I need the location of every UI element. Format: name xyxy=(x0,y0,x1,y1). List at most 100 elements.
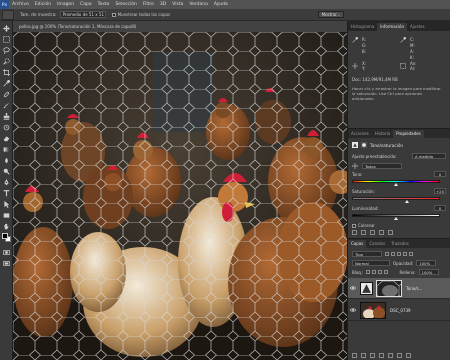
filter-smart-object-icon[interactable] xyxy=(409,252,413,256)
foreground-color-swatch[interactable] xyxy=(2,233,8,239)
saturation-slider-thumb[interactable] xyxy=(404,200,409,203)
history-brush-tool-icon[interactable] xyxy=(3,124,10,131)
delete-layer-icon[interactable] xyxy=(406,353,411,358)
link-layers-icon[interactable] xyxy=(352,353,357,358)
gradient-tool-icon[interactable] xyxy=(3,146,10,153)
layer-filter-select[interactable]: Tipo xyxy=(352,251,382,257)
new-group-icon[interactable] xyxy=(388,353,393,358)
new-adjustment-icon[interactable] xyxy=(379,353,384,358)
menu-3d[interactable]: 3D xyxy=(157,2,169,7)
hue-label: Tono: xyxy=(352,172,363,177)
new-layer-icon[interactable] xyxy=(397,353,402,358)
image-canvas[interactable] xyxy=(13,32,347,360)
menu-imagen[interactable]: Imagen xyxy=(54,2,77,7)
current-tool-icon[interactable] xyxy=(2,9,14,20)
type-tool-icon[interactable] xyxy=(3,190,10,197)
layer-mask-thumbnail[interactable] xyxy=(376,280,402,297)
tab-paths[interactable]: Trazados xyxy=(388,240,412,248)
fill-field[interactable]: 100% xyxy=(418,269,439,275)
tab-histogram[interactable]: Histograma xyxy=(348,23,377,31)
layer-name[interactable]: DSC_0739 xyxy=(390,308,411,313)
hue-value[interactable]: 0 xyxy=(434,171,446,177)
properties-header: Tono/saturación xyxy=(352,142,403,148)
visibility-eye-icon[interactable] xyxy=(350,307,356,313)
clip-to-layer-icon[interactable] xyxy=(352,230,357,235)
layer-name[interactable]: Tono/s... xyxy=(406,286,422,291)
blend-mode-select[interactable]: Normal xyxy=(352,260,390,266)
channel-select[interactable]: Todos xyxy=(362,163,402,169)
filter-shape-icon[interactable] xyxy=(403,252,407,256)
pen-tool-icon[interactable] xyxy=(3,179,10,186)
tab-channels[interactable]: Canales xyxy=(366,240,388,248)
marquee-tool-icon[interactable] xyxy=(3,36,10,43)
lock-pixels-icon[interactable] xyxy=(372,270,377,274)
filter-adjustment-icon[interactable] xyxy=(391,252,395,256)
quick-selection-tool-icon[interactable] xyxy=(3,58,10,65)
preset-select[interactable]: A medida xyxy=(412,153,446,159)
menu-filtro[interactable]: Filtro xyxy=(140,2,157,7)
dodge-tool-icon[interactable] xyxy=(3,168,10,175)
lock-transparency-icon[interactable] xyxy=(366,270,371,274)
tab-adjustments[interactable]: Ajustes xyxy=(407,23,428,31)
sample-all-layers-checkbox[interactable] xyxy=(111,12,116,17)
eyedropper-tool-icon[interactable] xyxy=(3,80,10,87)
tab-actions[interactable]: Acciones xyxy=(348,130,372,138)
visibility-eye-icon[interactable] xyxy=(350,285,356,291)
layer-row-image[interactable]: DSC_0739 xyxy=(348,300,450,321)
menu-archivo[interactable]: Archivo xyxy=(9,2,32,7)
layer-row-adjustment[interactable]: Tono/s... xyxy=(348,278,450,299)
hand-tool-icon[interactable] xyxy=(3,223,10,230)
toggle-visibility-icon[interactable] xyxy=(379,230,384,235)
layer-image-thumbnail xyxy=(360,302,386,319)
screen-mode-icon[interactable] xyxy=(3,260,10,267)
menu-ayuda[interactable]: Ayuda xyxy=(211,2,231,7)
colorize-option[interactable]: Colorear xyxy=(352,223,375,228)
clone-stamp-tool-icon[interactable] xyxy=(3,113,10,120)
view-previous-icon[interactable] xyxy=(361,230,366,235)
delete-adjustment-icon[interactable] xyxy=(388,230,393,235)
lock-all-icon[interactable] xyxy=(384,270,389,274)
blur-tool-icon[interactable] xyxy=(3,157,10,164)
show-mask-button[interactable]: Mostrar... xyxy=(318,11,344,18)
menu-ventana[interactable]: Ventana xyxy=(186,2,210,7)
menu-texto[interactable]: Texto xyxy=(95,2,113,7)
move-tool-icon[interactable] xyxy=(3,25,10,32)
saturation-value[interactable]: +25 xyxy=(434,188,446,194)
lightness-value[interactable]: 0 xyxy=(434,205,446,211)
reset-icon[interactable] xyxy=(370,230,375,235)
rectangle-tool-icon[interactable] xyxy=(3,212,10,219)
colorize-checkbox[interactable] xyxy=(352,223,356,228)
hue-slider-thumb[interactable] xyxy=(394,183,398,186)
lock-row: Bloq.: Relleno: 100% xyxy=(352,269,439,275)
opacity-field[interactable]: 100% xyxy=(416,260,437,266)
sample-size-select[interactable]: Promedio de 51 x 51 xyxy=(59,11,106,18)
lasso-tool-icon[interactable] xyxy=(3,47,10,54)
healing-brush-tool-icon[interactable] xyxy=(3,91,10,98)
tab-history[interactable]: Historia xyxy=(372,130,393,138)
document-tab[interactable]: pollos.jpg @ 100% (Tono/saturación 1, Má… xyxy=(13,21,347,32)
path-selection-tool-icon[interactable] xyxy=(3,201,10,208)
menu-edicion[interactable]: Edición xyxy=(32,2,54,7)
eraser-tool-icon[interactable] xyxy=(3,135,10,142)
target-adjust-icon[interactable] xyxy=(352,163,358,169)
layer-style-icon[interactable] xyxy=(361,353,366,358)
tab-properties[interactable]: Propiedades xyxy=(393,130,424,138)
lock-position-icon[interactable] xyxy=(378,270,383,274)
filter-pixel-icon[interactable] xyxy=(385,252,389,256)
photo-chickens-behind-wire xyxy=(13,32,347,360)
brush-tool-icon[interactable] xyxy=(3,102,10,109)
mask-icon[interactable] xyxy=(361,142,367,148)
saturation-slider[interactable] xyxy=(352,197,440,200)
tab-layers[interactable]: Capas xyxy=(348,240,367,248)
info-panel: R: G: B: C: M: A: K: X: Y: An: Al: Doc: … xyxy=(348,31,450,128)
tab-info[interactable]: Información xyxy=(377,23,407,31)
sample-all-layers-option[interactable]: Muestrear todas las capas xyxy=(111,12,170,17)
menu-capa[interactable]: Capa xyxy=(77,2,95,7)
menu-seleccion[interactable]: Selección xyxy=(112,2,139,7)
crop-tool-icon[interactable] xyxy=(3,69,10,76)
add-mask-icon[interactable] xyxy=(370,353,375,358)
menu-vista[interactable]: Vista xyxy=(169,2,186,7)
lightness-slider-thumb[interactable] xyxy=(394,217,398,220)
quick-mask-icon[interactable] xyxy=(3,249,10,256)
filter-type-icon[interactable] xyxy=(397,252,401,256)
